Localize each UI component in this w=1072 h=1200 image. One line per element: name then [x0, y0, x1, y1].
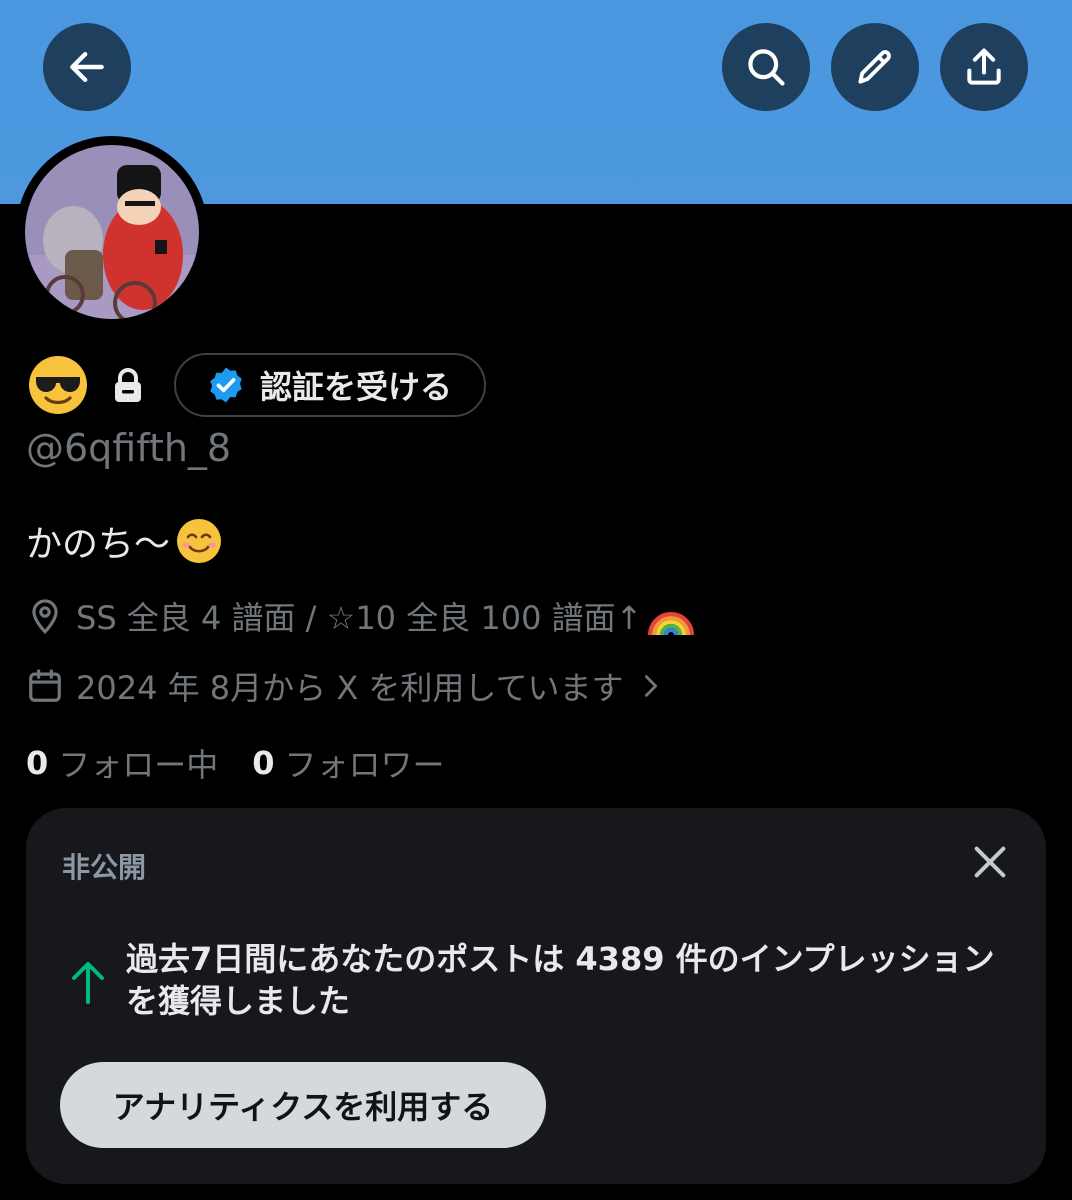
impressions-message: 過去7日間にあなたのポストは 4389 件のインプレッションを獲得しました	[126, 940, 995, 1020]
profile-location: SS 全良 4 譜面 / ☆10 全良 100 譜面↑	[26, 592, 696, 640]
following-count[interactable]: 0	[26, 744, 48, 782]
lock-icon	[115, 368, 141, 402]
location-pin-icon	[32, 599, 58, 635]
search-icon	[748, 49, 785, 86]
bio-text: かのち〜	[26, 524, 171, 565]
followers-label[interactable]: フォロワー	[285, 740, 445, 786]
impressions-card: 非公開 過去7日間にあなたのポストは 4389 件のインプレッションを獲得しまし…	[26, 808, 1046, 1184]
follow-stats: 0 フォロー中 0 フォロワー	[26, 740, 479, 786]
close-card-button[interactable]	[968, 840, 1012, 884]
user-handle: @6qfifth_8	[26, 426, 232, 470]
rainbow-emoji-icon	[648, 612, 695, 636]
followers-count[interactable]: 0	[252, 744, 274, 782]
share-upload-icon	[967, 48, 1001, 85]
avatar-frame[interactable]	[16, 136, 208, 328]
search-button[interactable]	[722, 23, 810, 111]
share-button[interactable]	[940, 23, 1028, 111]
get-verified-button[interactable]: 認証を受ける	[174, 353, 487, 417]
location-text: SS 全良 4 譜面 / ☆10 全良 100 譜面↑	[76, 599, 643, 637]
pencil-icon	[858, 50, 891, 84]
display-name-row: 認証を受ける	[26, 350, 487, 420]
edit-button[interactable]	[831, 23, 919, 111]
verified-badge-icon	[210, 367, 242, 403]
profile-join-date[interactable]: 2024 年 8月から X を利用しています	[26, 662, 665, 710]
avatar-image	[25, 145, 199, 319]
calendar-icon	[29, 669, 61, 702]
private-label: 非公開	[62, 851, 147, 884]
bio: かのち〜	[26, 516, 224, 566]
join-date-text: 2024 年 8月から X を利用しています	[76, 669, 624, 707]
trend-up-arrow-icon	[72, 962, 104, 1004]
sunglasses-emoji-icon	[29, 356, 87, 414]
arrow-left-icon	[70, 51, 104, 83]
use-analytics-button[interactable]: アナリティクスを利用する	[60, 1062, 546, 1148]
smiling-face-emoji-icon	[177, 519, 222, 563]
profile-page: 認証を受ける @6qfifth_8 かのち〜 SS 全良 4 譜面 / ☆10 …	[0, 0, 1072, 1200]
close-icon	[974, 846, 1006, 878]
avatar[interactable]	[25, 145, 199, 319]
following-label[interactable]: フォロー中	[58, 740, 218, 786]
get-verified-label: 認証を受ける	[260, 368, 453, 406]
back-button[interactable]	[43, 23, 131, 111]
chevron-right-icon	[645, 675, 658, 697]
